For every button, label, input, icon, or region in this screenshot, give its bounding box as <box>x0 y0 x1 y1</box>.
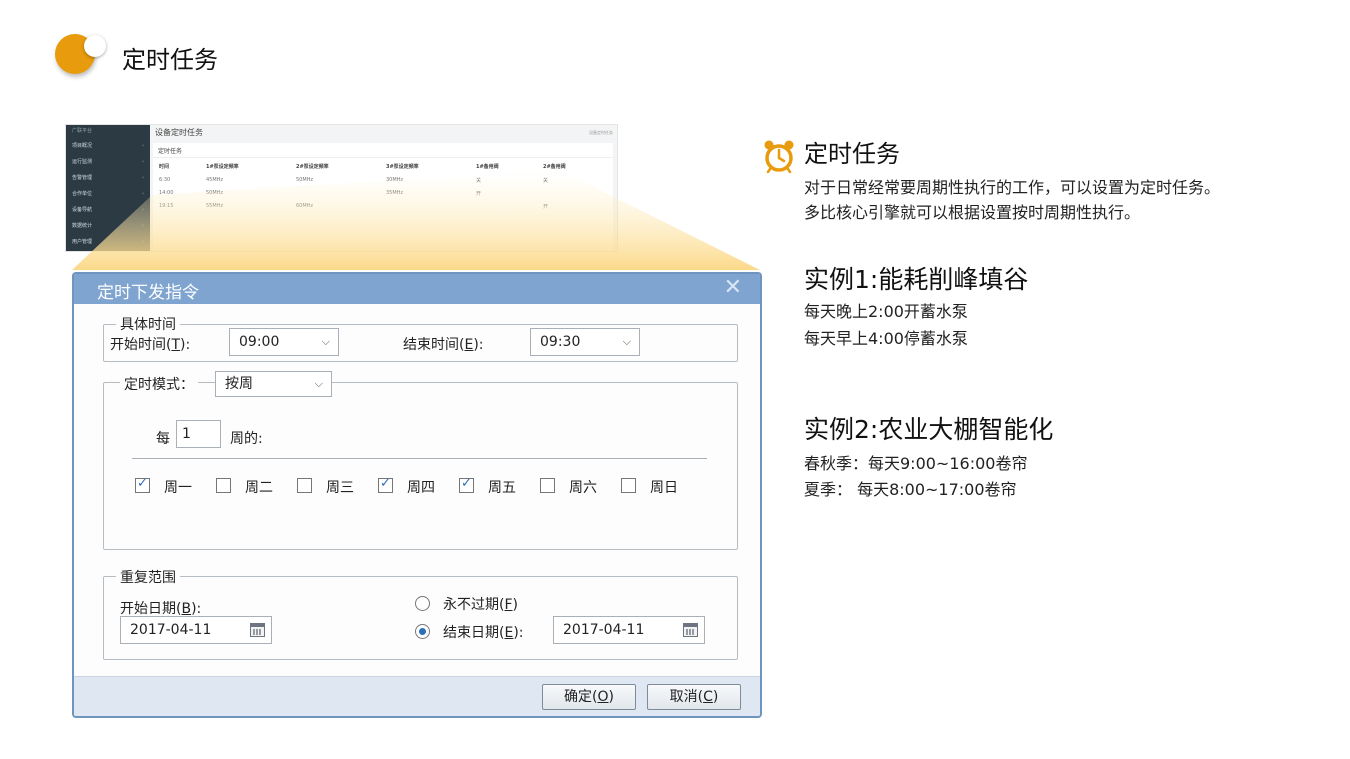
every-weeks-input[interactable]: 1 <box>176 420 221 448</box>
dialog-footer: 确定(O) 取消(C) <box>74 676 760 716</box>
every-suffix: 周的: <box>230 431 263 447</box>
start-time-label: 开始时间(T): <box>110 337 191 353</box>
mini-table-cell: 6:30 <box>159 177 171 183</box>
mini-table-cell: 关 <box>476 178 482 184</box>
schedule-mode-group <box>103 382 738 550</box>
feature-desc-line1: 对于日常经常要周期性执行的工作，可以设置为定时任务。 <box>804 178 1221 197</box>
example1-line2: 每天早上4:00停蓄水泵 <box>804 329 968 348</box>
weekday-label: 周五 <box>488 480 516 496</box>
mini-table-header: 时间 <box>159 164 170 170</box>
mode-divider <box>132 458 707 459</box>
weekday-label: 周一 <box>164 480 192 496</box>
weekday-checkbox[interactable] <box>459 476 474 493</box>
mini-table-cell: 35MHz <box>386 190 404 196</box>
never-expire-radio[interactable] <box>415 596 430 611</box>
start-date-picker[interactable]: 2017-04-11 <box>120 616 272 644</box>
mini-table-cell: 开 <box>543 204 549 210</box>
weekday-label: 周四 <box>407 480 435 496</box>
never-expire-label: 永不过期(F) <box>443 597 518 613</box>
mini-screenshot: 广联平台 项目概况 运行监测 告警管理 合作单位 设备导航 数据统计 用户管理 … <box>65 124 618 252</box>
mini-nav-item: 告警管理 <box>66 170 150 186</box>
mini-breadcrumb: 设备定时任务 <box>589 130 613 135</box>
weekday-label: 周三 <box>326 480 354 496</box>
mini-table-cell: 30MHz <box>386 177 404 183</box>
mini-table-header: 1#泵设定频率 <box>206 164 239 170</box>
mini-table-cell: 60MHz <box>296 203 314 209</box>
chevron-down-icon: ⌵ <box>321 335 330 348</box>
schedule-dialog: 定时下发指令 ✕ 具体时间 开始时间(T): 09:00 ⌵ 结束时间(E): 0… <box>72 272 762 718</box>
weekday-checkbox[interactable] <box>540 478 555 493</box>
end-time-select[interactable]: 09:30 ⌵ <box>530 328 640 356</box>
repeat-range-legend: 重复范围 <box>116 567 180 587</box>
alarm-clock-icon <box>764 140 794 173</box>
mini-table-cell: 50MHz <box>206 190 224 196</box>
mini-page-title: 设备定时任务 <box>155 128 203 137</box>
close-icon[interactable]: ✕ <box>724 275 742 300</box>
start-time-select[interactable]: 09:00 ⌵ <box>229 328 339 356</box>
weekday-label: 周六 <box>569 480 597 496</box>
example2-line2: 夏季： 每天8:00~17:00卷帘 <box>804 480 1017 499</box>
example1-line1: 每天晚上2:00开蓄水泵 <box>804 302 968 321</box>
mini-table-cell: 开 <box>476 191 482 197</box>
mini-main: 设备定时任务 设备定时任务 定时任务 时间 1#泵设定频率 2#泵设定频率 3#泵设定… <box>150 125 617 251</box>
mini-table-header: 1#备用阀 <box>476 164 499 170</box>
mini-table-cell: 55MHz <box>206 203 224 209</box>
chevron-down-icon: ⌵ <box>622 335 631 348</box>
mini-nav-item: 数据统计 <box>66 218 150 234</box>
ok-button[interactable]: 确定(O) <box>542 684 636 710</box>
dialog-titlebar: 定时下发指令 ✕ <box>74 274 760 304</box>
mini-table-header: 3#泵设定频率 <box>386 164 419 170</box>
specific-time-legend: 具体时间 <box>116 314 180 334</box>
example2-title: 实例2:农业大棚智能化 <box>804 415 1054 444</box>
weekday-label: 周日 <box>650 480 678 496</box>
end-date-label: 结束日期(E): <box>443 625 524 641</box>
mini-nav-item: 运行监测 <box>66 154 150 170</box>
mini-nav-item: 用户管理 <box>66 234 150 250</box>
weekday-checkbox[interactable] <box>621 478 636 493</box>
mini-table-cell: 关 <box>543 178 549 184</box>
mini-card-title: 定时任务 <box>158 148 183 155</box>
mini-nav-item: 合作单位 <box>66 186 150 202</box>
mini-table-cell: 19:15 <box>159 203 174 209</box>
mini-card: 定时任务 时间 1#泵设定频率 2#泵设定频率 3#泵设定频率 1#备用阀 2#备用阀 6:… <box>153 143 613 251</box>
calendar-icon[interactable] <box>683 623 698 637</box>
schedule-mode-select[interactable]: 按周 ⌵ <box>215 371 332 397</box>
slide-title: 定时任务 <box>122 46 218 74</box>
mini-card-divider <box>153 157 613 158</box>
weekday-checkbox[interactable] <box>378 476 393 493</box>
end-time-label: 结束时间(E): <box>403 337 484 353</box>
end-date-picker[interactable]: 2017-04-11 <box>553 616 705 644</box>
mini-table-cell: 45MHz <box>206 177 224 183</box>
feature-heading: 定时任务 <box>804 140 900 168</box>
chevron-down-icon: ⌵ <box>314 377 323 390</box>
weekday-label: 周二 <box>245 480 273 496</box>
mini-nav: 项目概况 运行监测 告警管理 合作单位 设备导航 数据统计 用户管理 <box>66 138 150 250</box>
cancel-button[interactable]: 取消(C) <box>647 684 741 710</box>
mini-table-header: 2#泵设定频率 <box>296 164 329 170</box>
mini-sidebar: 广联平台 项目概况 运行监测 告警管理 合作单位 设备导航 数据统计 用户管理 <box>66 125 150 251</box>
mini-table-cell: 50MHz <box>296 177 314 183</box>
mini-brand: 广联平台 <box>72 128 93 134</box>
every-prefix: 每 <box>156 431 170 447</box>
weekday-checkbox[interactable] <box>135 476 150 493</box>
title-logo-dot <box>84 35 106 57</box>
weekday-checkbox[interactable] <box>297 478 312 493</box>
feature-desc-line2: 多比核心引擎就可以根据设置按时周期性执行。 <box>804 203 1141 222</box>
calendar-icon[interactable] <box>250 623 265 637</box>
dialog-title: 定时下发指令 <box>97 283 199 303</box>
example2-line1: 春秋季：每天9:00~16:00卷帘 <box>804 454 1028 473</box>
mini-nav-item: 项目概况 <box>66 138 150 154</box>
start-date-label: 开始日期(B): <box>120 601 202 617</box>
weekday-checkbox[interactable] <box>216 478 231 493</box>
mini-table-cell: 14:00 <box>159 190 174 196</box>
mini-nav-item: 设备导航 <box>66 202 150 218</box>
mini-table-header: 2#备用阀 <box>543 164 566 170</box>
dialog-body: 具体时间 开始时间(T): 09:00 ⌵ 结束时间(E): 09:30 ⌵ 定时模… <box>74 304 760 676</box>
schedule-mode-label: 定时模式： <box>120 374 198 394</box>
end-date-radio[interactable] <box>415 624 430 639</box>
example1-title: 实例1:能耗削峰填谷 <box>804 265 1029 294</box>
